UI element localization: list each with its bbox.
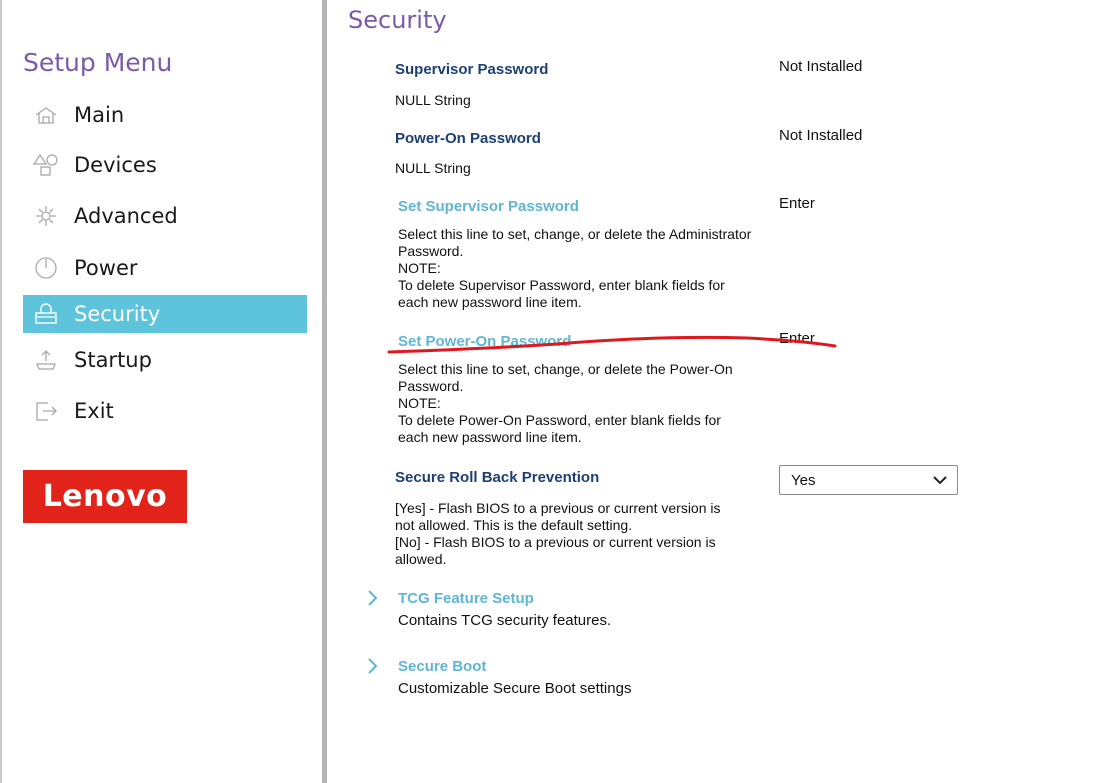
poweron-password-label: Power-On Password (395, 130, 541, 147)
power-icon (33, 255, 59, 281)
sidebar-item-advanced[interactable]: Advanced (23, 197, 307, 235)
desc-line: Password. (398, 243, 464, 259)
set-supervisor-password-enter[interactable]: Enter (779, 195, 815, 212)
desc-line: each new password line item. (398, 294, 582, 310)
bios-setup-window: Setup Menu Main Devices Advanced Power S… (0, 0, 1117, 783)
desc-line: allowed. (395, 551, 447, 567)
supervisor-password-sub: NULL String (395, 92, 471, 108)
devices-icon (33, 152, 59, 178)
startup-icon (33, 347, 59, 373)
lenovo-logo: Lenovo (23, 470, 187, 523)
lock-icon (33, 301, 59, 327)
rollback-prevention-label: Secure Roll Back Prevention (395, 469, 600, 486)
sidebar-item-power[interactable]: Power (23, 249, 307, 287)
sidebar-item-exit[interactable]: Exit (23, 392, 307, 430)
chevron-down-icon (929, 469, 951, 491)
sidebar-item-label: Power (74, 256, 138, 280)
sidebar-item-startup[interactable]: Startup (23, 341, 307, 379)
desc-line: [No] - Flash BIOS to a previous or curre… (395, 534, 716, 550)
sidebar-item-devices[interactable]: Devices (23, 146, 307, 184)
advanced-icon (33, 203, 59, 229)
chevron-right-icon[interactable] (366, 657, 380, 675)
main-panel: Security Supervisor Password Not Install… (327, 0, 1117, 783)
sidebar-item-label: Security (74, 302, 161, 326)
sidebar: Setup Menu Main Devices Advanced Power S… (2, 0, 323, 783)
supervisor-password-label: Supervisor Password (395, 61, 549, 78)
desc-line: To delete Supervisor Password, enter bla… (398, 277, 725, 293)
sidebar-item-security[interactable]: Security (23, 295, 307, 333)
sidebar-item-label: Exit (74, 399, 114, 423)
desc-line: not allowed. This is the default setting… (395, 517, 633, 533)
sidebar-title: Setup Menu (23, 48, 173, 77)
tcg-feature-setup-link[interactable]: TCG Feature Setup (398, 590, 534, 607)
page-title: Security (348, 6, 447, 34)
logo-text: Lenovo (42, 479, 168, 514)
poweron-password-status: Not Installed (779, 127, 863, 144)
supervisor-password-status: Not Installed (779, 58, 863, 75)
sidebar-item-main[interactable]: Main (23, 96, 307, 134)
secure-boot-link[interactable]: Secure Boot (398, 658, 486, 675)
set-poweron-password-description: Select this line to set, change, or dele… (398, 361, 788, 446)
sidebar-item-label: Devices (74, 153, 157, 177)
tcg-feature-setup-description: Contains TCG security features. (398, 612, 612, 629)
desc-line: NOTE: (398, 260, 441, 276)
sidebar-item-label: Main (74, 103, 125, 127)
rollback-prevention-description: [Yes] - Flash BIOS to a previous or curr… (395, 500, 765, 568)
secure-boot-description: Customizable Secure Boot settings (398, 680, 632, 697)
rollback-prevention-select[interactable]: Yes (779, 465, 958, 495)
poweron-password-sub: NULL String (395, 160, 471, 176)
desc-line: Select this line to set, change, or dele… (398, 361, 733, 377)
desc-line: NOTE: (398, 395, 441, 411)
chevron-right-icon[interactable] (366, 589, 380, 607)
home-icon (33, 102, 59, 128)
desc-line: [Yes] - Flash BIOS to a previous or curr… (395, 500, 721, 516)
set-supervisor-password-description: Select this line to set, change, or dele… (398, 226, 788, 311)
desc-line: each new password line item. (398, 429, 582, 445)
select-value: Yes (791, 471, 816, 489)
desc-line: Password. (398, 378, 464, 394)
set-supervisor-password-link[interactable]: Set Supervisor Password (398, 198, 579, 215)
desc-line: To delete Power-On Password, enter blank… (398, 412, 721, 428)
desc-line: Select this line to set, change, or dele… (398, 226, 752, 242)
exit-icon (33, 398, 59, 424)
red-underline-annotation (387, 335, 837, 354)
sidebar-item-label: Startup (74, 348, 152, 372)
sidebar-item-label: Advanced (74, 204, 178, 228)
